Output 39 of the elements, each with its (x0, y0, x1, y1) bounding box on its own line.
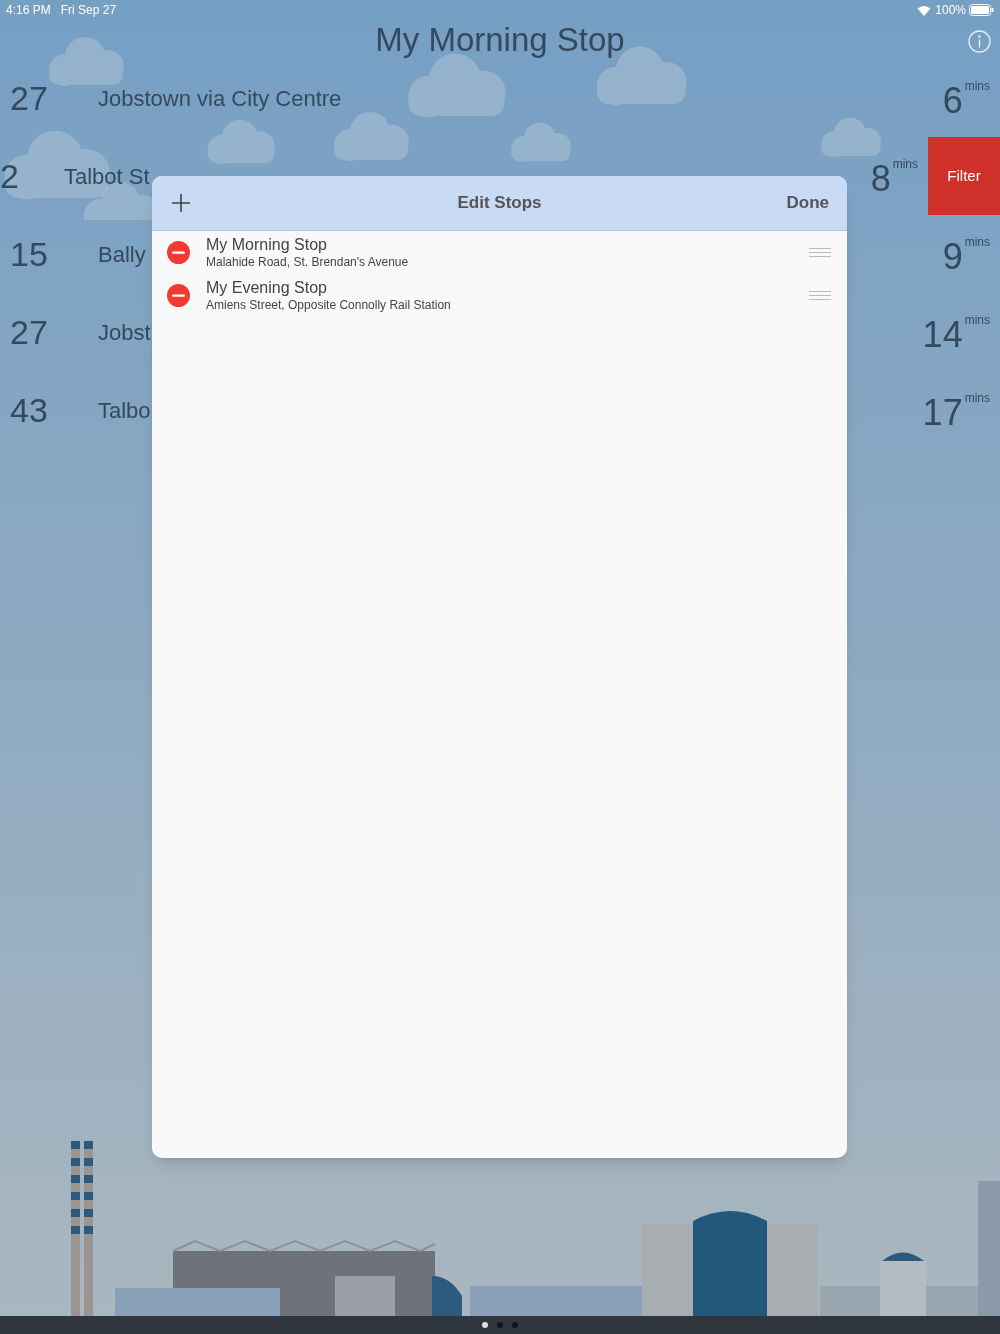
stop-name: My Evening Stop (206, 278, 328, 298)
due-minutes: 14 (922, 317, 963, 353)
minutes-unit: mins (964, 312, 990, 329)
route-number: 15 (10, 233, 49, 275)
status-time: 4:16 PM (6, 2, 51, 19)
battery-icon (969, 4, 994, 16)
status-date: Fri Sep 27 (60, 2, 117, 19)
destination: Bally (98, 240, 146, 269)
filter-button[interactable]: Filter (928, 137, 1000, 215)
due-minutes: 9 (942, 239, 963, 275)
stop-name: My Morning Stop (206, 235, 328, 255)
route-number: 43 (10, 389, 49, 431)
destination: Jobstown via City Centre (98, 84, 342, 113)
due-minutes: 17 (922, 395, 963, 431)
due-minutes: 8 (870, 161, 891, 197)
minutes-unit: mins (964, 78, 990, 95)
delete-icon[interactable] (167, 284, 190, 307)
battery-percent: 100% (935, 2, 966, 19)
done-button[interactable]: Done (786, 190, 829, 216)
route-number: 2 (0, 155, 20, 197)
info-icon[interactable] (968, 30, 991, 53)
minutes-unit: mins (964, 234, 990, 251)
delete-icon[interactable] (167, 241, 190, 264)
stop-title: My Morning Stop (375, 19, 625, 60)
drag-handle-icon[interactable] (809, 248, 831, 257)
route-number: 27 (10, 77, 49, 119)
route-number: 27 (10, 311, 49, 353)
stop-address: Amiens Street, Opposite Connolly Rail Station (206, 298, 452, 313)
destination: Talbo (98, 396, 151, 425)
destination: Jobst (98, 318, 151, 347)
due-minutes: 6 (942, 83, 963, 119)
minutes-unit: mins (892, 156, 918, 173)
drag-handle-icon[interactable] (809, 291, 831, 300)
minutes-unit: mins (964, 390, 990, 407)
stop-address: Malahide Road, St. Brendan's Avenue (206, 255, 410, 270)
destination: Talbot St (64, 162, 150, 191)
wifi-icon (917, 4, 932, 16)
add-icon[interactable] (170, 192, 192, 214)
sheet-title: Edit Stops (457, 192, 542, 215)
